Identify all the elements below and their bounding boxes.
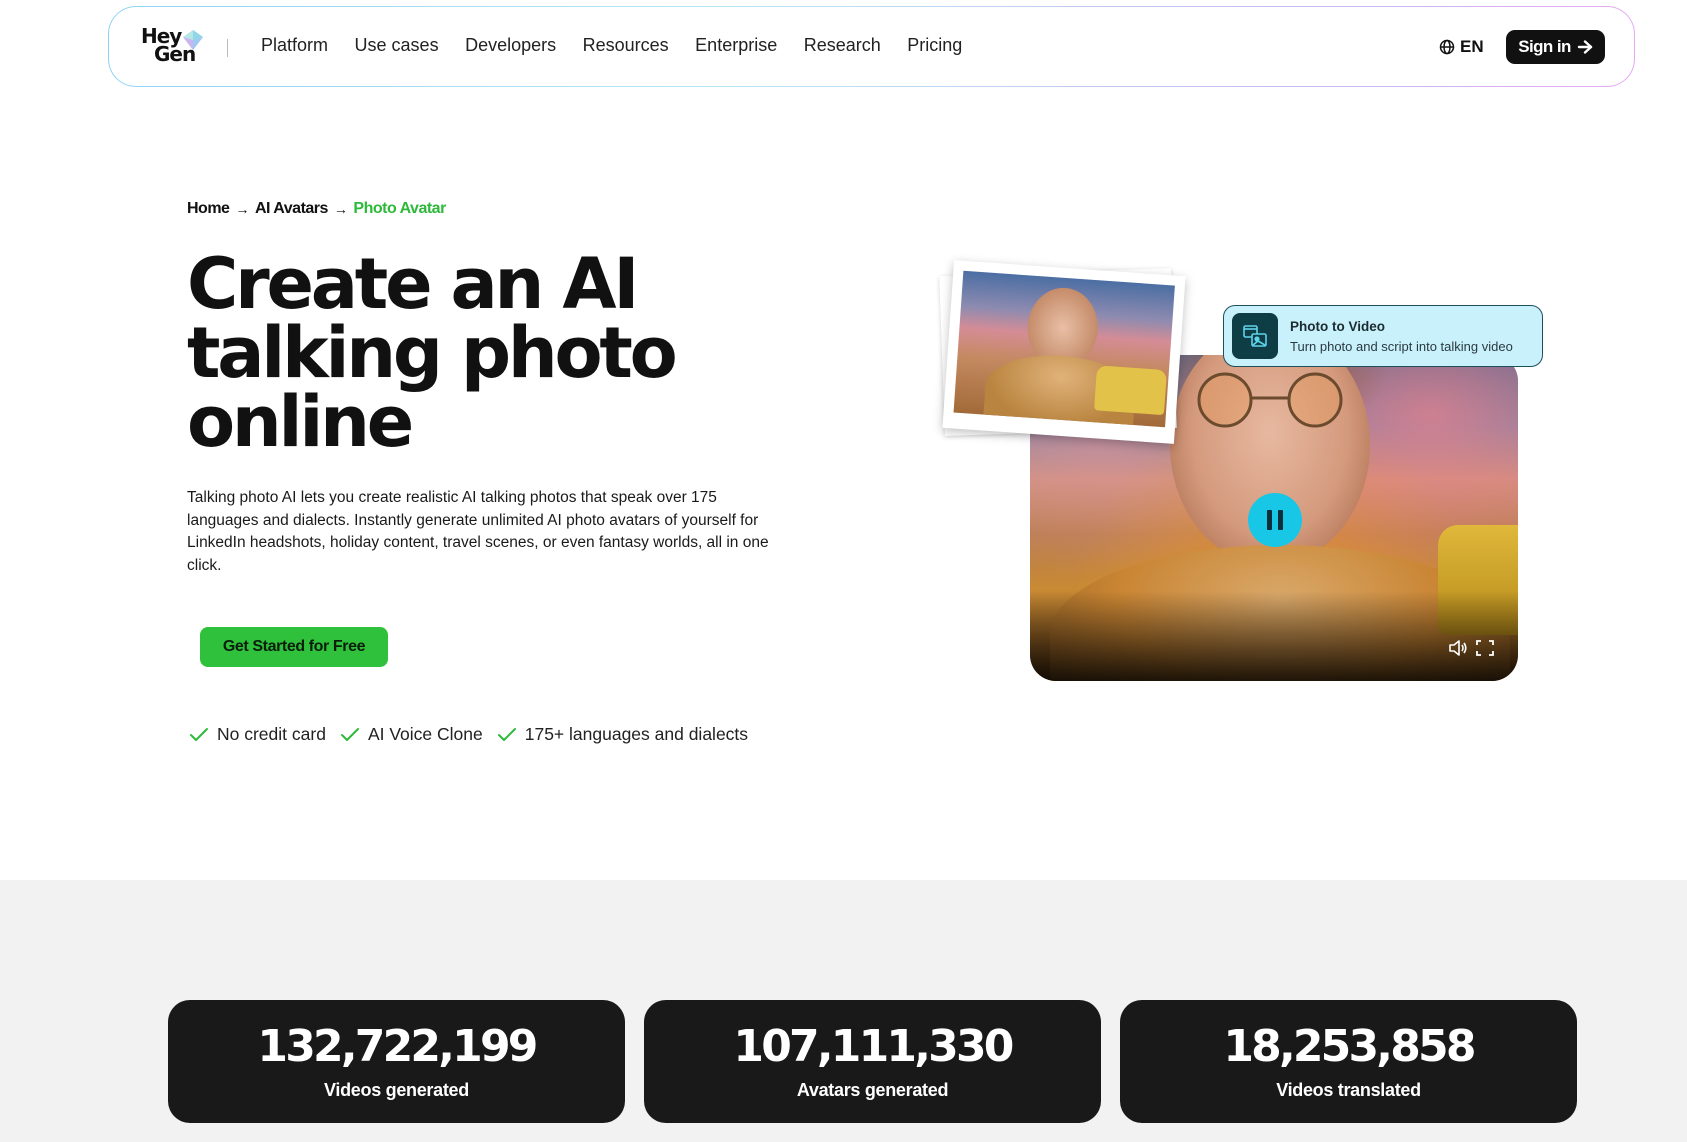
nav-link-platform[interactable]: Platform [261, 35, 328, 56]
sign-in-label: Sign in [1518, 37, 1571, 56]
stat-label: Videos translated [1276, 1080, 1421, 1100]
feature-label: 175+ languages and dialects [524, 724, 749, 744]
nav-link-pricing[interactable]: Pricing [907, 35, 962, 56]
check-icon [190, 727, 208, 741]
title-line-3: online [187, 381, 414, 463]
breadcrumb-photo-avatar: Photo Avatar [353, 200, 446, 217]
nav-link-developers[interactable]: Developers [465, 35, 556, 56]
stat-card-videos-generated: 132,722,199 Videos generated [168, 1000, 625, 1123]
stat-value: 107,111,330 [733, 1021, 1014, 1072]
breadcrumb: Home → AI Avatars → Photo Avatar [187, 200, 446, 218]
heygen-logo[interactable]: Hey Gen [141, 26, 207, 65]
breadcrumb-arrow-icon: → [333, 201, 348, 217]
pause-icon [1267, 510, 1272, 530]
source-photo [953, 270, 1175, 428]
photo-van-shape [1094, 365, 1167, 416]
feature-label: No credit card [217, 724, 326, 744]
sign-in-button[interactable]: Sign in [1506, 30, 1605, 64]
top-navigation: Hey Gen Platform Use cases Developers Re… [109, 7, 1634, 86]
nav-link-resources[interactable]: Resources [583, 35, 669, 56]
page-title: Create an AI talking photo online [187, 249, 747, 457]
nav-link-use-cases[interactable]: Use cases [355, 35, 439, 56]
feature-label: AI Voice Clone [367, 724, 483, 744]
pause-icon [1278, 510, 1283, 530]
stat-card-avatars-generated: 107,111,330 Avatars generated [644, 1000, 1101, 1123]
feature-list: No credit card AI Voice Clone 175+ langu… [189, 724, 762, 745]
feature-item: No credit card [189, 724, 326, 745]
feature-item: AI Voice Clone [340, 724, 483, 745]
check-icon [340, 727, 359, 741]
stat-label: Videos generated [324, 1080, 469, 1100]
source-photo-card [942, 260, 1186, 444]
nav-link-research[interactable]: Research [804, 35, 881, 56]
photo-to-video-title: Photo to Video [1290, 318, 1385, 334]
pause-button[interactable] [1248, 493, 1302, 547]
nav-links: Platform Use cases Developers Resources … [261, 35, 989, 56]
check-icon [497, 727, 516, 741]
breadcrumb-ai-avatars[interactable]: AI Avatars [255, 200, 328, 218]
stat-value: 132,722,199 [257, 1021, 538, 1072]
top-navigation-border: Hey Gen Platform Use cases Developers Re… [108, 6, 1635, 87]
photo-to-video-card: Photo to Video Turn photo and script int… [1223, 305, 1543, 367]
breadcrumb-home[interactable]: Home [187, 200, 230, 218]
stat-value: 18,253,858 [1223, 1021, 1476, 1072]
nav-divider [227, 39, 228, 57]
hero-description: Talking photo AI lets you create realist… [187, 489, 769, 574]
get-started-button[interactable]: Get Started for Free [200, 627, 388, 667]
nav-link-enterprise[interactable]: Enterprise [695, 35, 777, 56]
breadcrumb-arrow-icon: → [235, 201, 249, 217]
feature-item: 175+ languages and dialects [497, 724, 748, 745]
language-selector[interactable]: EN [1439, 37, 1484, 57]
globe-icon [1439, 39, 1455, 55]
video-glasses-shape [1197, 372, 1343, 428]
logo-gem-icon [183, 30, 203, 50]
fullscreen-icon[interactable] [1476, 640, 1494, 656]
photo-to-video-subtitle: Turn photo and script into talking video [1290, 338, 1513, 354]
volume-icon[interactable] [1448, 639, 1468, 657]
arrow-right-icon [1577, 40, 1592, 54]
stat-card-videos-translated: 18,253,858 Videos translated [1120, 1000, 1577, 1123]
language-label: EN [1460, 37, 1484, 56]
stat-label: Avatars generated [796, 1080, 949, 1100]
photo-to-video-text: Photo to Video Turn photo and script int… [1290, 319, 1513, 354]
photo-to-video-icon [1232, 313, 1278, 359]
video-bottom-shade [1030, 591, 1518, 681]
